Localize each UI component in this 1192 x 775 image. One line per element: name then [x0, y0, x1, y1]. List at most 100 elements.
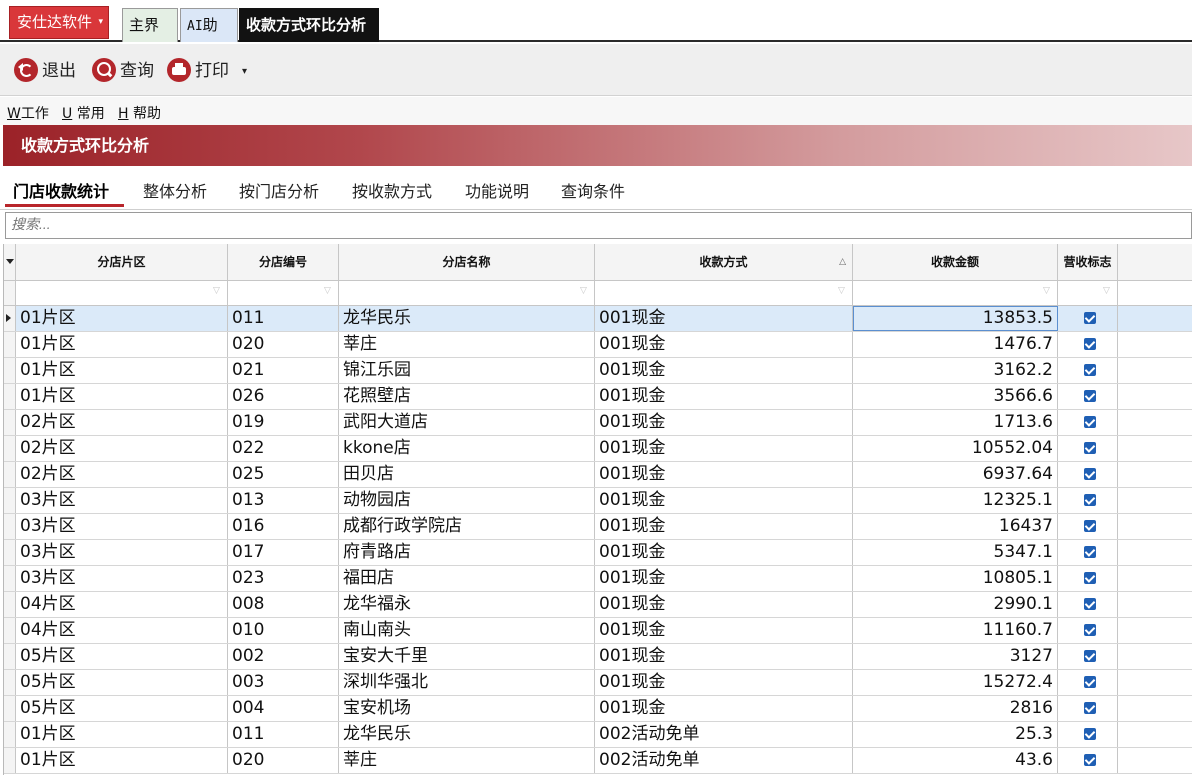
- cell-store-code[interactable]: 004: [228, 696, 339, 721]
- table-row[interactable]: 05片区 002 宝安大千里 001现金 3127: [4, 644, 1192, 670]
- cell-payment-method[interactable]: 001现金: [595, 306, 853, 331]
- cell-amount[interactable]: 12325.1: [853, 488, 1058, 513]
- column-header-revenue-flag[interactable]: 营收标志: [1058, 244, 1118, 280]
- cell-store-code[interactable]: 016: [228, 514, 339, 539]
- row-selector[interactable]: [4, 670, 16, 695]
- row-selector[interactable]: [4, 306, 16, 331]
- cell-store-code[interactable]: 017: [228, 540, 339, 565]
- filter-cell-store-name[interactable]: ▽: [339, 281, 595, 305]
- filter-cell-store-code[interactable]: ▽: [228, 281, 339, 305]
- cell-payment-method[interactable]: 001现金: [595, 488, 853, 513]
- cell-payment-method[interactable]: 001现金: [595, 540, 853, 565]
- table-row[interactable]: 02片区 025 田贝店 001现金 6937.64: [4, 462, 1192, 488]
- table-row[interactable]: 02片区 019 武阳大道店 001现金 1713.6: [4, 410, 1192, 436]
- cell-store-name[interactable]: 南山南头: [339, 618, 595, 643]
- cell-revenue-flag[interactable]: [1058, 722, 1118, 747]
- cell-payment-method[interactable]: 001现金: [595, 514, 853, 539]
- row-selector[interactable]: [4, 644, 16, 669]
- cell-payment-method[interactable]: 001现金: [595, 358, 853, 383]
- cell-region[interactable]: 03片区: [16, 540, 228, 565]
- cell-store-code[interactable]: 022: [228, 436, 339, 461]
- cell-payment-method[interactable]: 001现金: [595, 436, 853, 461]
- filter-cell-region[interactable]: ▽: [16, 281, 228, 305]
- cell-amount[interactable]: 1713.6: [853, 410, 1058, 435]
- table-row[interactable]: 05片区 003 深圳华强北 001现金 15272.4: [4, 670, 1192, 696]
- row-selector[interactable]: [4, 566, 16, 591]
- cell-region[interactable]: 05片区: [16, 670, 228, 695]
- cell-amount[interactable]: 25.3: [853, 722, 1058, 747]
- cell-store-code[interactable]: 011: [228, 306, 339, 331]
- table-row[interactable]: 03片区 023 福田店 001现金 10805.1: [4, 566, 1192, 592]
- cell-region[interactable]: 01片区: [16, 748, 228, 773]
- cell-store-name[interactable]: 宝安大千里: [339, 644, 595, 669]
- cell-revenue-flag[interactable]: [1058, 748, 1118, 773]
- checkbox-checked-icon[interactable]: [1083, 728, 1096, 740]
- table-row[interactable]: 03片区 013 动物园店 001现金 12325.1: [4, 488, 1192, 514]
- cell-region[interactable]: 03片区: [16, 488, 228, 513]
- tab-by-payment-method[interactable]: 按收款方式: [352, 178, 432, 202]
- cell-revenue-flag[interactable]: [1058, 332, 1118, 357]
- cell-revenue-flag[interactable]: [1058, 514, 1118, 539]
- cell-store-name[interactable]: 莘庄: [339, 332, 595, 357]
- cell-store-code[interactable]: 010: [228, 618, 339, 643]
- checkbox-checked-icon[interactable]: [1083, 572, 1096, 584]
- row-selector[interactable]: [4, 436, 16, 461]
- cell-revenue-flag[interactable]: [1058, 488, 1118, 513]
- cell-store-name[interactable]: 锦江乐园: [339, 358, 595, 383]
- filter-cell-amount[interactable]: ▽: [853, 281, 1058, 305]
- tab-payment-analysis[interactable]: 收款方式环比分析: [239, 8, 379, 42]
- table-row[interactable]: 01片区 026 花照壁店 001现金 3566.6: [4, 384, 1192, 410]
- row-selector[interactable]: [4, 540, 16, 565]
- row-selector[interactable]: [4, 514, 16, 539]
- cell-store-code[interactable]: 020: [228, 332, 339, 357]
- table-row[interactable]: 02片区 022 kkone店 001现金 10552.04: [4, 436, 1192, 462]
- cell-revenue-flag[interactable]: [1058, 540, 1118, 565]
- print-dropdown-icon[interactable]: ▾: [242, 59, 247, 85]
- menu-help[interactable]: H 帮助: [118, 103, 161, 123]
- cell-revenue-flag[interactable]: [1058, 696, 1118, 721]
- cell-region[interactable]: 04片区: [16, 618, 228, 643]
- row-selector[interactable]: [4, 592, 16, 617]
- column-header-store-name[interactable]: 分店名称: [339, 244, 595, 280]
- row-indicator-header[interactable]: [4, 244, 16, 280]
- checkbox-checked-icon[interactable]: [1083, 468, 1096, 480]
- cell-store-code[interactable]: 003: [228, 670, 339, 695]
- checkbox-checked-icon[interactable]: [1083, 390, 1096, 402]
- cell-amount[interactable]: 1476.7: [853, 332, 1058, 357]
- cell-store-name[interactable]: 福田店: [339, 566, 595, 591]
- row-selector[interactable]: [4, 462, 16, 487]
- cell-revenue-flag[interactable]: [1058, 358, 1118, 383]
- cell-store-code[interactable]: 013: [228, 488, 339, 513]
- cell-revenue-flag[interactable]: [1058, 566, 1118, 591]
- cell-store-name[interactable]: 花照壁店: [339, 384, 595, 409]
- cell-store-name[interactable]: 莘庄: [339, 748, 595, 773]
- cell-revenue-flag[interactable]: [1058, 618, 1118, 643]
- cell-amount[interactable]: 2990.1: [853, 592, 1058, 617]
- tab-query-conditions[interactable]: 查询条件: [561, 178, 625, 202]
- checkbox-checked-icon[interactable]: [1083, 598, 1096, 610]
- table-row[interactable]: 04片区 008 龙华福永 001现金 2990.1: [4, 592, 1192, 618]
- tab-store-payment-stats[interactable]: 门店收款统计: [13, 178, 109, 202]
- brand-menu-button[interactable]: 安仕达软件 ▾: [9, 6, 109, 39]
- cell-amount[interactable]: 16437: [853, 514, 1058, 539]
- cell-payment-method[interactable]: 001现金: [595, 592, 853, 617]
- cell-payment-method[interactable]: 001现金: [595, 696, 853, 721]
- query-button[interactable]: 查询: [92, 58, 154, 84]
- cell-payment-method[interactable]: 001现金: [595, 384, 853, 409]
- cell-region[interactable]: 04片区: [16, 592, 228, 617]
- cell-store-name[interactable]: 成都行政学院店: [339, 514, 595, 539]
- cell-store-code[interactable]: 025: [228, 462, 339, 487]
- checkbox-checked-icon[interactable]: [1083, 338, 1096, 350]
- cell-store-name[interactable]: 田贝店: [339, 462, 595, 487]
- cell-region[interactable]: 05片区: [16, 696, 228, 721]
- checkbox-checked-icon[interactable]: [1083, 312, 1096, 324]
- cell-region[interactable]: 03片区: [16, 514, 228, 539]
- cell-revenue-flag[interactable]: [1058, 592, 1118, 617]
- cell-payment-method[interactable]: 001现金: [595, 670, 853, 695]
- cell-amount[interactable]: 13853.5: [853, 306, 1058, 331]
- tab-overall-analysis[interactable]: 整体分析: [143, 178, 207, 202]
- cell-payment-method[interactable]: 002活动免单: [595, 748, 853, 773]
- cell-region[interactable]: 02片区: [16, 462, 228, 487]
- checkbox-checked-icon[interactable]: [1083, 520, 1096, 532]
- tab-function-help[interactable]: 功能说明: [465, 178, 529, 202]
